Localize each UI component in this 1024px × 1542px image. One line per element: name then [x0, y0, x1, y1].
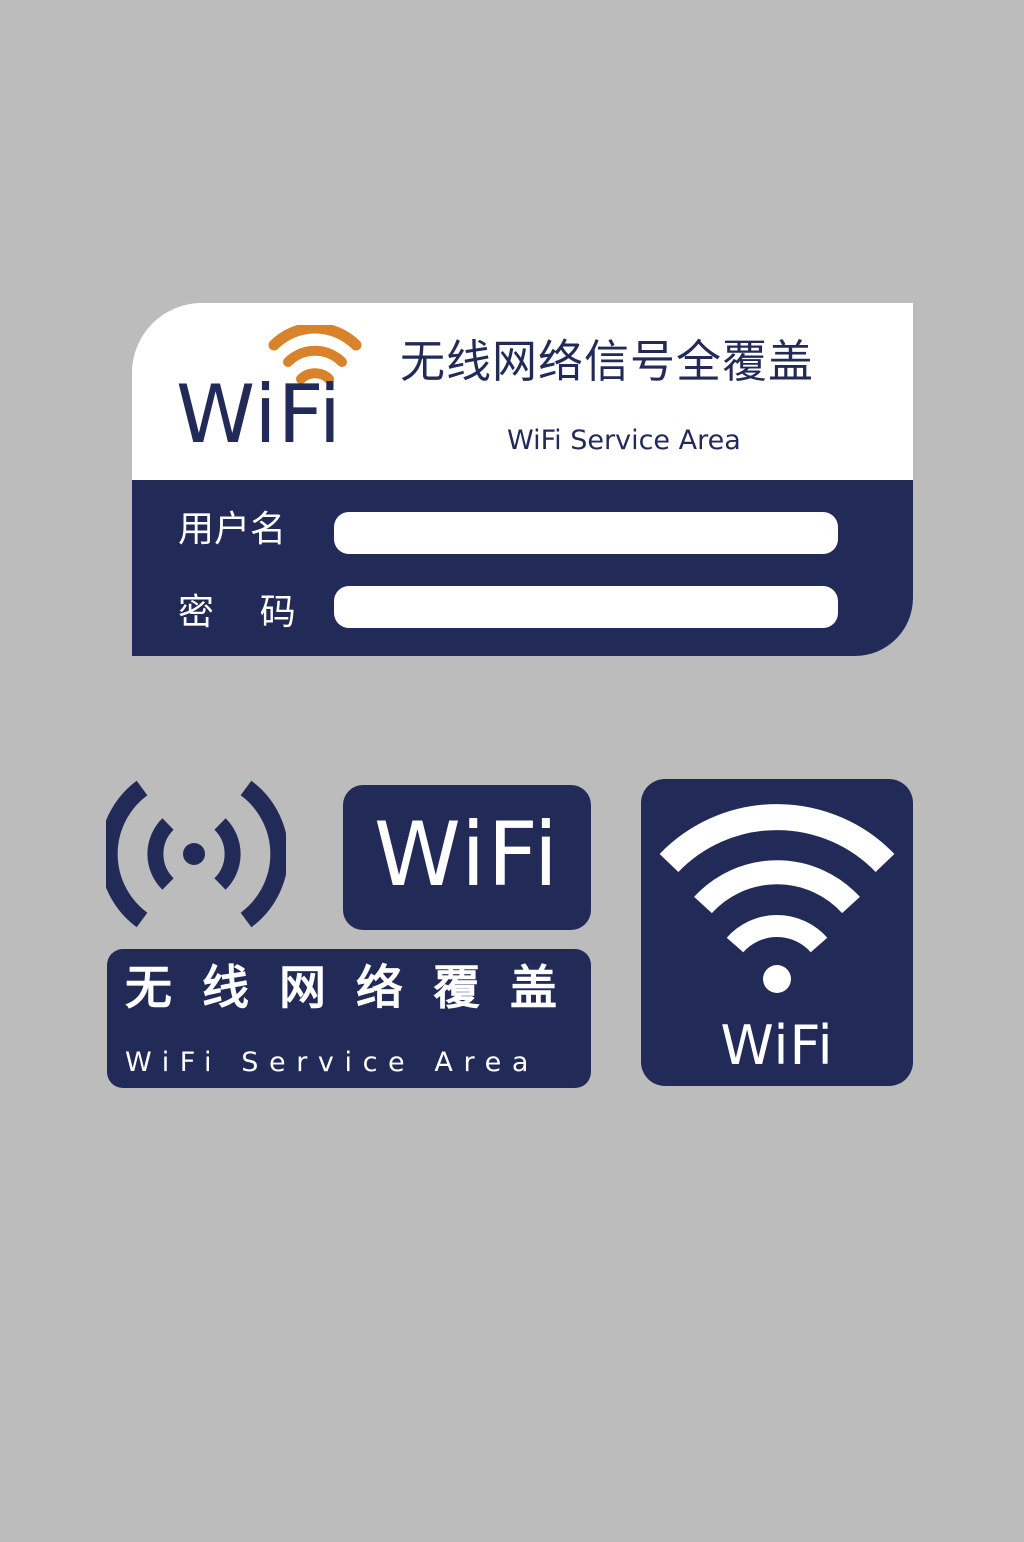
coverage-subtitle: WiFi Service Area [125, 1047, 539, 1078]
wifi-logo-text: WiFi [176, 368, 342, 461]
credentials-section: 用户名 密 码 [132, 480, 913, 656]
card-subtitle: WiFi Service Area [507, 425, 741, 456]
password-field[interactable] [334, 586, 838, 628]
username-field[interactable] [334, 512, 838, 554]
broadcast-signal-icon [106, 780, 286, 928]
password-label: 密 码 [178, 592, 296, 633]
wifi-badge-text: WiFi [373, 803, 561, 906]
wifi-credentials-card: WiFi 无线网络信号全覆盖 WiFi Service Area 用户名 密 码 [132, 303, 913, 656]
square-sign-text: WiFi [720, 1014, 834, 1077]
wifi-square-sign: WiFi [641, 779, 913, 1086]
card-header: WiFi 无线网络信号全覆盖 WiFi Service Area [132, 303, 913, 480]
wifi-signal-icon [659, 804, 895, 993]
card-title: 无线网络信号全覆盖 [400, 335, 815, 388]
wifi-badge: WiFi [343, 785, 591, 930]
coverage-banner: 无线网络覆盖 WiFi Service Area [107, 949, 591, 1088]
coverage-title: 无线网络覆盖 [125, 961, 587, 1016]
username-label: 用户名 [178, 509, 287, 550]
